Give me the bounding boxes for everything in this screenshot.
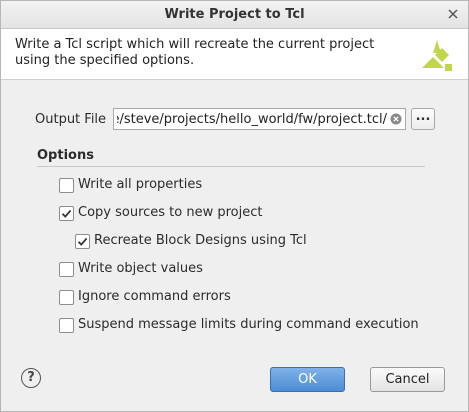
ok-button[interactable]: OK <box>270 367 345 392</box>
checkbox[interactable] <box>59 318 74 333</box>
close-icon[interactable] <box>446 7 460 21</box>
option-label: Recreate Block Designs using Tcl <box>94 233 307 248</box>
dialog-body: Output File ... Options Write all proper… <box>1 80 468 411</box>
checkbox[interactable] <box>59 178 74 193</box>
title-bar: Write Project to Tcl <box>1 1 468 29</box>
output-file-label: Output File <box>35 112 107 127</box>
cancel-button[interactable]: Cancel <box>370 367 445 392</box>
output-file-field[interactable] <box>113 108 406 130</box>
checkbox[interactable] <box>59 262 74 277</box>
output-file-input[interactable] <box>114 109 387 129</box>
options-heading: Options <box>37 148 94 163</box>
checkmark-icon <box>61 209 72 218</box>
header-banner: Write a Tcl script which will recreate t… <box>1 29 468 80</box>
option-label: Write all properties <box>78 177 203 192</box>
clear-icon[interactable] <box>390 113 402 125</box>
help-button[interactable]: ? <box>21 368 41 388</box>
option-label: Suspend message limits during command ex… <box>78 317 419 332</box>
checkbox[interactable] <box>75 234 90 249</box>
browse-button[interactable]: ... <box>411 108 435 130</box>
checkbox[interactable] <box>59 206 74 221</box>
write-project-dialog: Write Project to Tcl Write a Tcl script … <box>0 0 469 412</box>
vivado-logo-icon <box>420 38 454 72</box>
checkmark-icon <box>77 237 88 246</box>
option-label: Copy sources to new project <box>78 205 263 220</box>
window-title: Write Project to Tcl <box>164 7 305 22</box>
option-label: Ignore command errors <box>78 289 231 304</box>
dialog-description: Write a Tcl script which will recreate t… <box>15 37 375 68</box>
options-divider <box>37 166 425 167</box>
option-label: Write object values <box>78 261 203 276</box>
checkbox[interactable] <box>59 290 74 305</box>
